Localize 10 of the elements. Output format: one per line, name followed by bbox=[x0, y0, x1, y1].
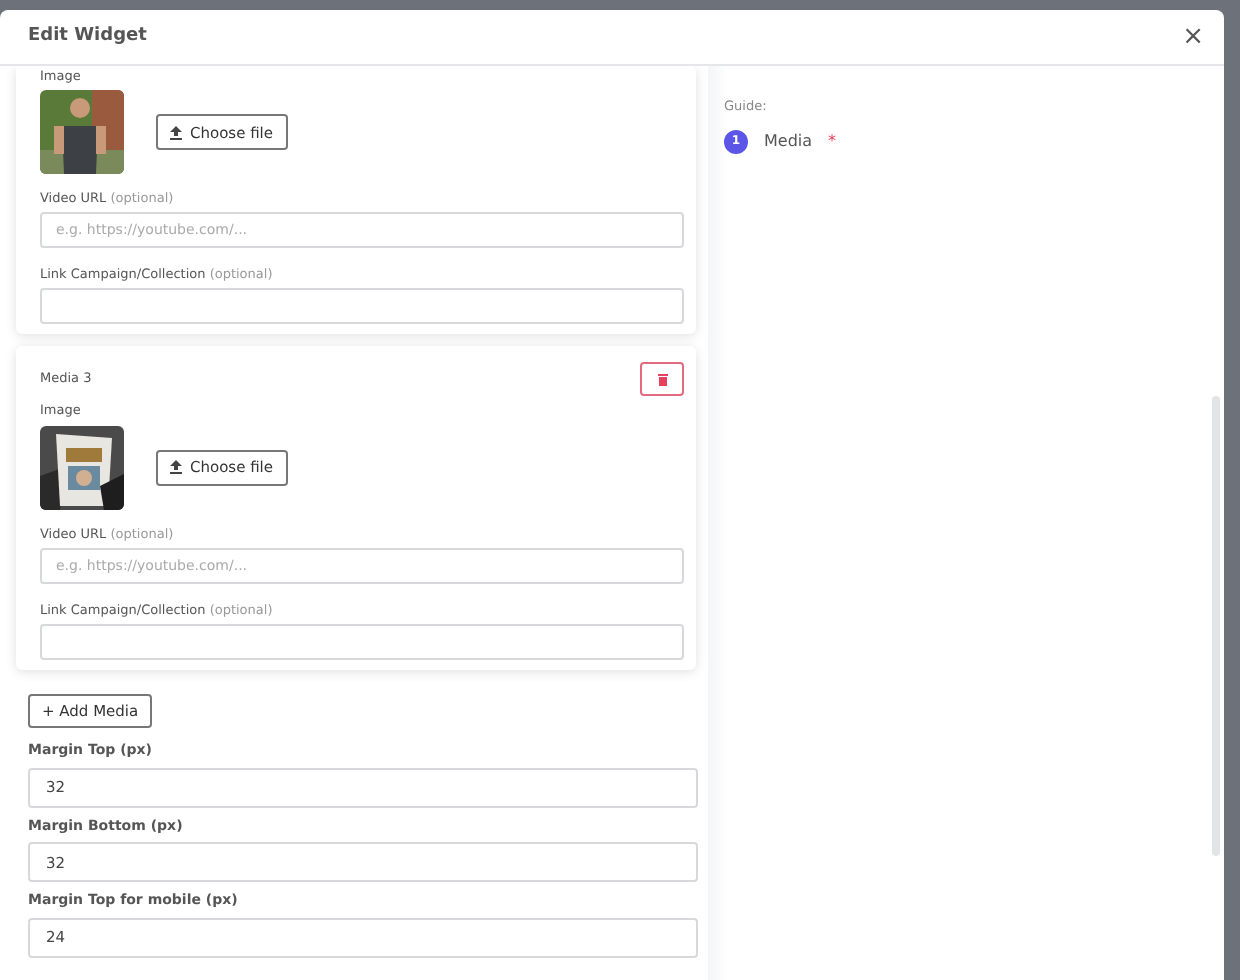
delete-button[interactable] bbox=[640, 362, 684, 397]
modal-title: Edit Widget bbox=[28, 23, 147, 50]
input-field[interactable] bbox=[40, 623, 684, 660]
step-label[interactable]: Media bbox=[764, 129, 813, 154]
input-field[interactable] bbox=[40, 288, 684, 325]
upload-icon bbox=[170, 125, 182, 140]
close-button[interactable]: × bbox=[1182, 24, 1204, 50]
required-mark: * bbox=[828, 129, 837, 154]
trash-icon bbox=[657, 373, 667, 386]
upload-icon bbox=[170, 460, 182, 475]
